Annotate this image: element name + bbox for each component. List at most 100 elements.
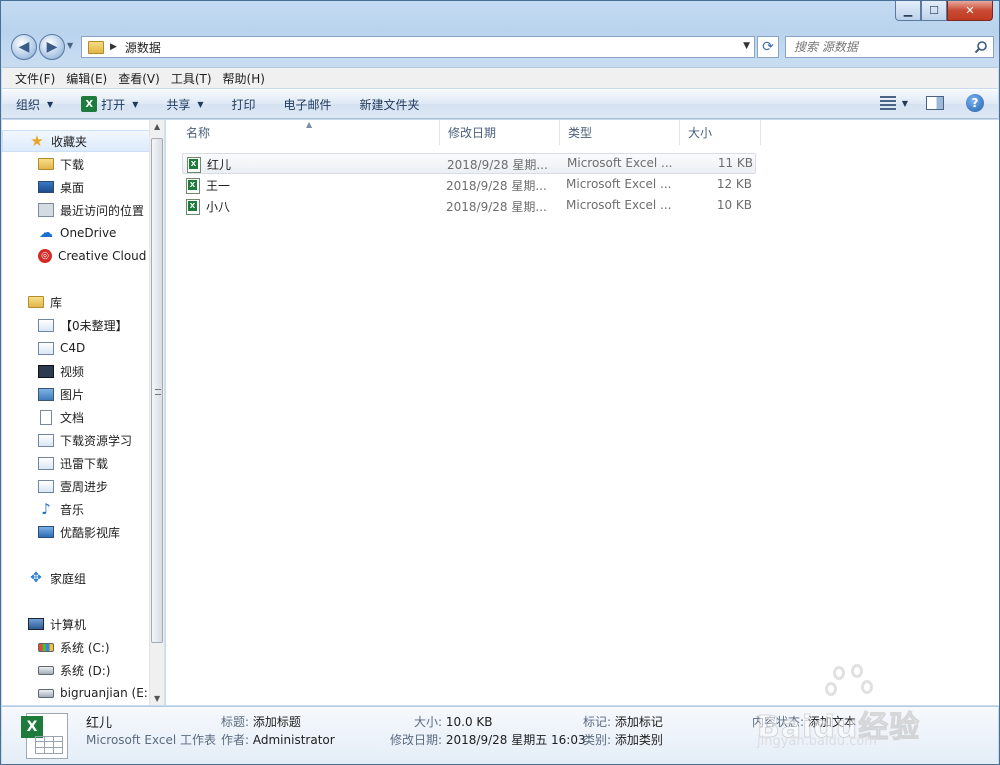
nav-label: 壹周进步 — [60, 479, 109, 494]
details-author-value[interactable]: Administrator — [253, 733, 335, 747]
nav-library-item[interactable]: 文档 — [2, 406, 150, 428]
nav-label: 迅雷下载 — [60, 456, 109, 471]
column-header-type[interactable]: 类型 — [560, 120, 680, 145]
youku-library-icon — [38, 526, 54, 538]
nav-drive[interactable]: 系统 (D:) — [2, 659, 150, 681]
address-bar[interactable]: ▶ 源数据 ▼ — [81, 36, 755, 58]
nav-libraries[interactable]: 库 — [2, 291, 150, 313]
search-icon[interactable] — [974, 40, 988, 54]
view-dropdown-icon[interactable]: ▼ — [902, 99, 908, 108]
system-drive-icon — [38, 642, 54, 652]
search-input[interactable] — [794, 40, 964, 54]
nav-library-item[interactable]: 视频 — [2, 360, 150, 382]
column-label: 类型 — [568, 126, 593, 140]
details-modified: 修改日期: 2018/9/28 星期五 16:03 — [390, 731, 586, 748]
nav-label: 收藏夹 — [51, 134, 88, 149]
back-button[interactable]: ◀ — [11, 34, 37, 60]
forward-button[interactable]: ▶ — [39, 34, 65, 60]
nav-label: 【0未整理】 — [60, 318, 128, 333]
new-folder-button[interactable]: 新建文件夹 — [360, 96, 420, 113]
breadcrumb-arrow-icon[interactable]: ▶ — [110, 42, 117, 52]
refresh-button[interactable]: ⟳ — [757, 36, 779, 58]
nav-library-item[interactable]: 优酷影视库 — [2, 521, 150, 543]
column-header-size[interactable]: 大小 — [680, 120, 761, 145]
nav-library-item[interactable]: 【0未整理】 — [2, 314, 150, 336]
scroll-thumb[interactable] — [151, 138, 163, 643]
print-button[interactable]: 打印 — [232, 96, 256, 113]
nav-downloads[interactable]: 下载 — [2, 153, 150, 175]
details-category-value[interactable]: 添加类别 — [615, 733, 663, 747]
details-title-value[interactable]: 添加标题 — [253, 715, 301, 729]
details-modified-value: 2018/9/28 星期五 16:03 — [445, 733, 586, 747]
details-file-type: Microsoft Excel 工作表 — [86, 733, 217, 747]
library-folder-icon — [38, 318, 54, 332]
details-size: 大小: 10.0 KB — [414, 713, 493, 730]
recent-pages-dropdown[interactable]: ▼ — [67, 41, 73, 50]
file-name-cell: 王一 — [186, 177, 230, 194]
nav-computer[interactable]: 计算机 — [2, 613, 150, 635]
minimize-button[interactable]: ▁ — [895, 1, 921, 21]
menu-file[interactable]: 文件(F) — [10, 70, 60, 87]
menu-help[interactable]: 帮助(H) — [218, 70, 270, 87]
column-header-date[interactable]: 修改日期 — [440, 120, 560, 145]
nav-library-item[interactable]: 下载资源学习 — [2, 429, 150, 451]
nav-label: 计算机 — [50, 617, 87, 632]
menu-tools[interactable]: 工具(T) — [166, 70, 217, 87]
explorer-window: ▁ ☐ ✕ ◀ ▶ ▼ ▶ 源数据 ▼ ⟳ 文件(F) 编辑(E) 查看(V) … — [0, 0, 1000, 765]
documents-library-icon — [40, 409, 52, 425]
library-folder-icon — [38, 341, 54, 355]
share-button[interactable]: 共享 ▼ — [166, 96, 203, 113]
nav-desktop[interactable]: 桌面 — [2, 176, 150, 198]
nav-drive[interactable]: bigruanjian (E:) — [2, 682, 150, 704]
nav-scrollbar[interactable]: ▲ ▼ — [149, 120, 164, 705]
file-row[interactable]: 红儿 2018/9/28 星期... Microsoft Excel ... 1… — [182, 153, 756, 174]
nav-library-item[interactable]: 图片 — [2, 383, 150, 405]
details-size-value: 10.0 KB — [445, 715, 493, 729]
maximize-button[interactable]: ☐ — [921, 1, 947, 21]
file-row[interactable]: 王一 2018/9/28 星期... Microsoft Excel ... 1… — [182, 175, 756, 196]
file-list-pane: ▲ 名称 修改日期 类型 大小 红儿 2018/9/28 星期... Micro… — [166, 120, 999, 705]
scroll-down-arrow-icon[interactable]: ▼ — [154, 694, 160, 703]
file-row[interactable]: 小八 2018/9/28 星期... Microsoft Excel ... 1… — [182, 196, 756, 217]
column-label: 名称 — [186, 126, 211, 140]
print-label: 打印 — [231, 97, 256, 112]
nav-onedrive[interactable]: ☁ OneDrive — [2, 222, 150, 244]
nav-label: 优酷影视库 — [60, 525, 121, 540]
address-dropdown-icon[interactable]: ▼ — [743, 41, 750, 51]
column-header-name[interactable]: 名称 — [178, 120, 440, 145]
excel-file-icon — [186, 177, 200, 194]
nav-label: 下载 — [60, 157, 85, 172]
menu-view[interactable]: 查看(V) — [113, 70, 165, 87]
nav-favorites[interactable]: ★ 收藏夹 — [2, 130, 150, 152]
nav-library-item[interactable]: ♪ 音乐 — [2, 498, 150, 520]
breadcrumb-current[interactable]: 源数据 — [125, 39, 161, 56]
view-details-icon[interactable] — [879, 96, 896, 110]
pictures-library-icon — [38, 387, 54, 401]
nav-library-item[interactable]: 壹周进步 — [2, 475, 150, 497]
preview-pane-icon[interactable] — [926, 96, 944, 110]
file-date: 2018/9/28 星期... — [446, 200, 547, 214]
navigation-row: ◀ ▶ ▼ ▶ 源数据 ▼ ⟳ — [9, 31, 994, 61]
search-box[interactable] — [785, 36, 994, 58]
scroll-up-arrow-icon[interactable]: ▲ — [154, 122, 160, 131]
nav-drive[interactable]: 系统 (C:) — [2, 636, 150, 658]
nav-library-item[interactable]: C4D — [2, 337, 150, 359]
nav-homegroup[interactable]: ✥ 家庭组 — [2, 567, 150, 589]
file-date: 2018/9/28 星期... — [446, 179, 547, 193]
nav-label: 视频 — [60, 364, 85, 379]
desktop-icon — [38, 181, 54, 193]
nav-recent-places[interactable]: 最近访问的位置 — [2, 199, 150, 221]
email-button[interactable]: 电子邮件 — [284, 96, 332, 113]
baidu-watermark: Baidu经验 jingyan.baidu.com — [756, 664, 947, 749]
star-icon: ★ — [30, 132, 44, 150]
menu-edit[interactable]: 编辑(E) — [61, 70, 112, 87]
close-button[interactable]: ✕ — [947, 1, 993, 21]
help-icon[interactable]: ? — [966, 94, 984, 112]
nav-library-item[interactable]: 迅雷下载 — [2, 452, 150, 474]
open-label: 打开 — [101, 97, 126, 112]
nav-label: 图片 — [60, 387, 85, 402]
nav-creative-cloud[interactable]: ◎ Creative Cloud — [2, 245, 150, 267]
open-button[interactable]: X 打开 ▼ — [81, 96, 138, 113]
details-tags-value[interactable]: 添加标记 — [615, 715, 663, 729]
organize-button[interactable]: 组织 ▼ — [16, 96, 53, 113]
